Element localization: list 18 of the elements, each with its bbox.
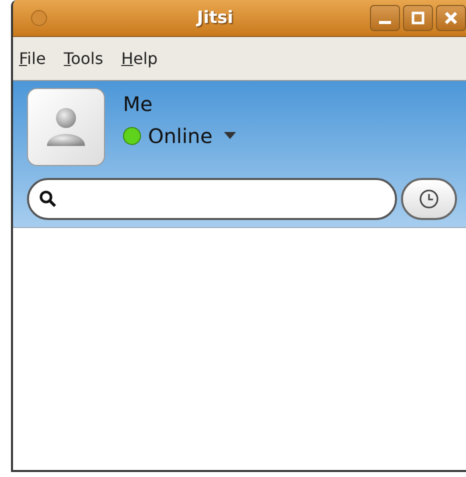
account-name: Me [123,92,154,116]
minimize-button[interactable] [370,5,400,31]
menu-item[interactable]: Help [121,49,158,68]
history-button[interactable] [401,178,457,220]
menu-item[interactable]: File [19,49,46,68]
search-icon [39,190,57,208]
window-title: Jitsi [197,8,234,28]
avatar-icon[interactable] [27,88,105,166]
minimize-icon [379,20,391,24]
clock-icon [418,188,440,210]
caret-icon [224,132,236,140]
menu-item[interactable]: Tools [64,49,104,68]
maximize-icon [410,11,426,25]
search-field[interactable] [27,178,397,220]
maximize-button[interactable] [403,5,433,31]
close-icon [443,11,459,25]
status-selector[interactable]: Online [123,124,236,148]
close-button[interactable] [436,5,466,31]
